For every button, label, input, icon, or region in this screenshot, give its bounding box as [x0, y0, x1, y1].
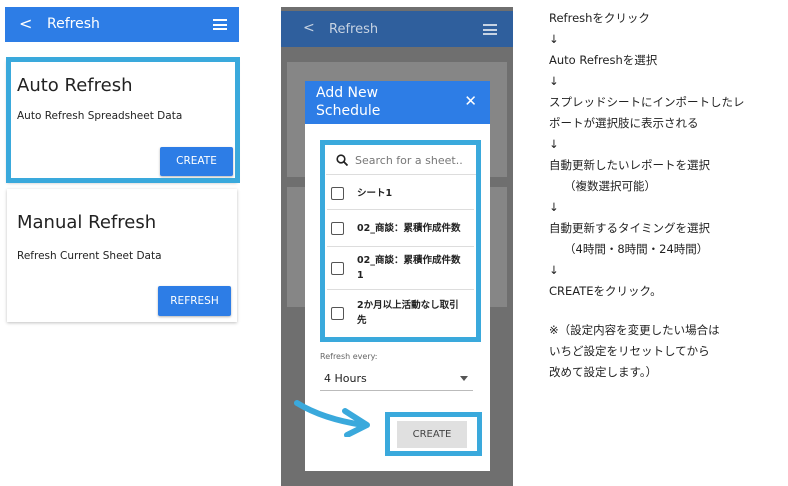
refresh-button[interactable]: REFRESH [158, 286, 231, 316]
header-title: Refresh [329, 22, 379, 37]
back-icon[interactable]: < [19, 14, 32, 33]
dialog-title: Add New Schedule [316, 84, 380, 120]
step-arrow: ↓ [549, 200, 559, 214]
add-schedule-screen: < Refresh Add New Schedule ✕ Search for … [281, 7, 513, 486]
highlight-box [385, 412, 482, 456]
step-line: ポートが選択肢に表示される [549, 116, 699, 130]
refresh-every-label: Refresh every: [320, 352, 378, 361]
dialog-header: Add New Schedule ✕ [305, 81, 490, 124]
pointer-arrow-icon [294, 400, 370, 437]
note-line: ※（設定内容を変更したい場合は [549, 323, 720, 337]
step-line: 自動更新したいレポートを選択 [549, 158, 710, 172]
hamburger-menu-icon[interactable] [213, 19, 227, 30]
step-arrow: ↓ [549, 32, 559, 46]
header-title: Refresh [47, 16, 100, 32]
highlight-box [320, 140, 481, 342]
step-line: 自動更新するタイミングを選択 [549, 221, 710, 235]
note-line: 改めて設定します。） [549, 365, 658, 379]
step-arrow: ↓ [549, 74, 559, 88]
instruction-steps: Refreshをクリック ↓ Auto Refreshを選択 ↓ スプレッドシー… [549, 8, 785, 302]
step-line: スプレッドシートにインポートしたレ [549, 95, 745, 109]
manual-refresh-description: Refresh Current Sheet Data [17, 250, 162, 262]
hamburger-menu-icon [483, 24, 497, 38]
step-line: （複数選択可能） [564, 179, 656, 193]
note-line: いちど設定をリセットしてから [549, 344, 710, 358]
dropdown-arrow-icon [460, 376, 468, 381]
step-line: Refreshをクリック [549, 11, 650, 25]
manual-refresh-card: Manual Refresh Refresh Current Sheet Dat… [7, 189, 237, 322]
highlight-box [6, 57, 240, 183]
step-arrow: ↓ [549, 137, 559, 151]
step-line: （4時間・8時間・24時間） [564, 242, 709, 256]
dialog-title-line2: Schedule [316, 103, 381, 119]
refresh-interval-value: 4 Hours [324, 372, 367, 385]
app-header-dimmed: < Refresh [281, 11, 513, 47]
back-icon: < [303, 20, 315, 36]
manual-refresh-title: Manual Refresh [17, 212, 157, 233]
refresh-interval-select[interactable]: 4 Hours [320, 366, 473, 391]
step-line: CREATEをクリック。 [549, 284, 662, 298]
refresh-screen: < Refresh Auto Refresh Auto Refresh Spre… [5, 7, 240, 325]
dialog-title-line1: Add New [316, 85, 379, 101]
step-arrow: ↓ [549, 263, 559, 277]
close-icon[interactable]: ✕ [464, 92, 477, 110]
app-header: < Refresh [5, 7, 239, 42]
settings-note: ※（設定内容を変更したい場合は いちど設定をリセットしてから 改めて設定します。… [549, 320, 785, 383]
step-line: Auto Refreshを選択 [549, 53, 658, 67]
